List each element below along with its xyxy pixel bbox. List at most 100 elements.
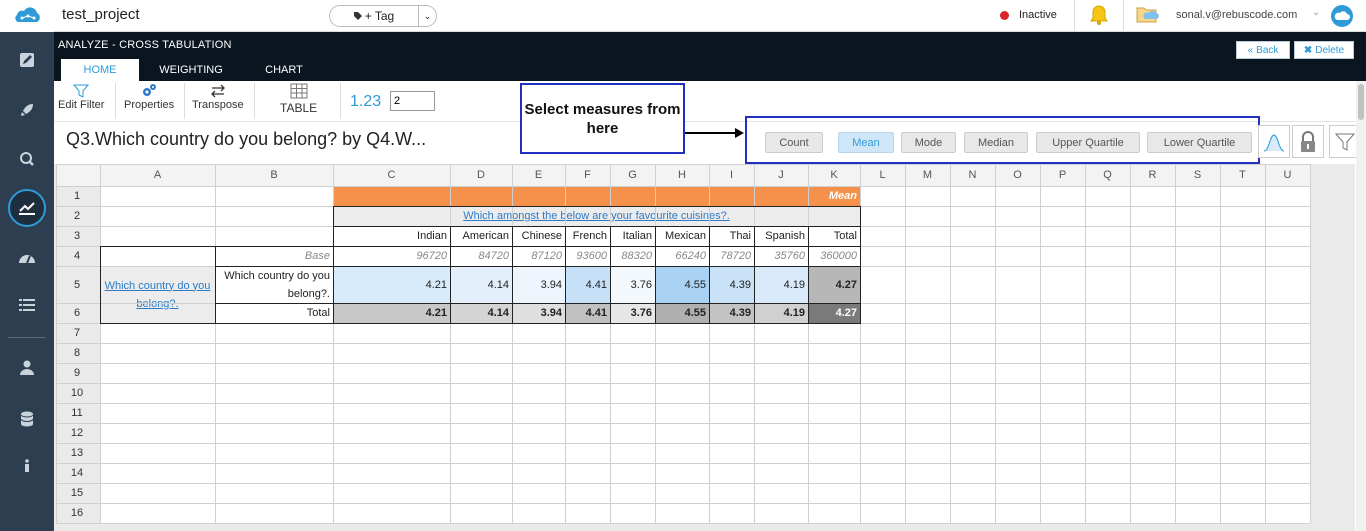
- files-button[interactable]: [1136, 4, 1160, 29]
- delete-button[interactable]: ✖ Delete: [1294, 41, 1354, 59]
- arrow-head-icon: [735, 128, 744, 138]
- back-button[interactable]: « Back: [1236, 41, 1290, 59]
- measure-count-button[interactable]: Count: [765, 132, 823, 153]
- column-header[interactable]: R: [1130, 164, 1175, 186]
- column-header[interactable]: F: [565, 164, 610, 186]
- sidebar-item-database[interactable]: [0, 399, 54, 439]
- double-chevron-left-icon: «: [1247, 44, 1254, 56]
- tab-chart[interactable]: CHART: [250, 59, 318, 81]
- stub-question-link[interactable]: Which country do you belong?.: [103, 277, 212, 313]
- banner-question-link[interactable]: Which amongst the below are your favouri…: [463, 210, 730, 222]
- column-header[interactable]: S: [1175, 164, 1220, 186]
- column-header[interactable]: L: [860, 164, 905, 186]
- sidebar-item-launch[interactable]: [0, 90, 54, 130]
- column-header[interactable]: K: [808, 164, 860, 186]
- sidebar-item-edit[interactable]: [0, 40, 54, 80]
- vertical-scrollbar[interactable]: [1356, 81, 1366, 531]
- row-header[interactable]: 16: [56, 503, 98, 523]
- stub-question-cell[interactable]: Which country do you belong?.: [100, 266, 215, 323]
- edit-filter-label: Edit Filter: [58, 99, 105, 111]
- row-header[interactable]: 7: [56, 323, 98, 343]
- column-header[interactable]: B: [215, 164, 333, 186]
- row-header[interactable]: 11: [56, 403, 98, 423]
- column-header[interactable]: U: [1265, 164, 1310, 186]
- column-header[interactable]: Q: [1085, 164, 1130, 186]
- sidebar-item-info[interactable]: [0, 446, 54, 486]
- divider: [254, 83, 255, 119]
- column-header[interactable]: O: [995, 164, 1040, 186]
- column-label-cell: Spanish: [765, 230, 805, 242]
- grid-line: [56, 523, 1310, 524]
- column-header[interactable]: D: [450, 164, 512, 186]
- bell-icon: [1090, 5, 1108, 25]
- row-header[interactable]: 15: [56, 483, 98, 503]
- project-status[interactable]: Inactive: [1000, 9, 1057, 21]
- row-header[interactable]: 9: [56, 363, 98, 383]
- row-label-cell: Which country do you belong?.: [224, 269, 330, 300]
- sidebar-item-dashboard[interactable]: [0, 237, 54, 277]
- row-header[interactable]: 1: [56, 186, 98, 206]
- cloud-sync-button[interactable]: [1330, 4, 1354, 31]
- divider: [1074, 0, 1075, 32]
- base-value-cell: 78720: [720, 250, 751, 262]
- breadcrumb: ANALYZE - CROSS TABULATION: [58, 39, 232, 51]
- measure-median-button[interactable]: Median: [964, 132, 1028, 153]
- lock-icon: [1301, 130, 1315, 152]
- tab-weighting[interactable]: WEIGHTING: [149, 59, 233, 81]
- app-logo[interactable]: [0, 0, 54, 32]
- table-view-button[interactable]: TABLE: [280, 83, 317, 115]
- scrollbar-thumb[interactable]: [1358, 84, 1364, 120]
- row-header[interactable]: 8: [56, 343, 98, 363]
- measure-mode-button[interactable]: Mode: [901, 132, 956, 153]
- tab-home[interactable]: HOME: [61, 59, 139, 81]
- add-tag-button[interactable]: + Tag: [329, 5, 419, 27]
- grid-line: [56, 483, 1310, 484]
- column-header[interactable]: T: [1220, 164, 1265, 186]
- measure-lower-quartile-button[interactable]: Lower Quartile: [1147, 132, 1252, 153]
- row-header[interactable]: 5: [56, 266, 98, 303]
- database-icon: [20, 411, 34, 427]
- lock-button[interactable]: [1292, 125, 1324, 158]
- grid-line: [56, 246, 1310, 247]
- column-header[interactable]: I: [709, 164, 754, 186]
- row-header[interactable]: 3: [56, 226, 98, 246]
- transpose-button[interactable]: Transpose: [192, 83, 244, 111]
- decimal-places-input[interactable]: [390, 91, 435, 111]
- user-email[interactable]: sonal.v@rebuscode.com: [1176, 9, 1297, 21]
- cloud-logo-icon: [15, 7, 40, 23]
- row-header[interactable]: 2: [56, 206, 98, 226]
- row-header[interactable]: 10: [56, 383, 98, 403]
- mean-value-cell: 3.94: [512, 266, 565, 303]
- row-header[interactable]: 4: [56, 246, 98, 266]
- row-header[interactable]: 6: [56, 303, 98, 323]
- column-header[interactable]: M: [905, 164, 950, 186]
- column-header[interactable]: H: [655, 164, 709, 186]
- grid-line: [56, 226, 1310, 227]
- column-header[interactable]: C: [333, 164, 450, 186]
- sidebar-item-users[interactable]: [0, 348, 54, 388]
- properties-button[interactable]: Properties: [124, 83, 174, 111]
- user-menu-chevron-icon[interactable]: ⌄: [1312, 7, 1320, 18]
- banner-question-cell[interactable]: Which amongst the below are your favouri…: [333, 206, 860, 226]
- column-header[interactable]: J: [754, 164, 808, 186]
- row-header[interactable]: 13: [56, 443, 98, 463]
- column-header[interactable]: P: [1040, 164, 1085, 186]
- base-value-cell: 66240: [675, 250, 706, 262]
- measure-mean-button[interactable]: Mean: [838, 132, 894, 153]
- notifications-button[interactable]: [1088, 4, 1110, 29]
- measure-upper-quartile-button[interactable]: Upper Quartile: [1036, 132, 1140, 153]
- row-header[interactable]: 14: [56, 463, 98, 483]
- tag-label: + Tag: [364, 9, 395, 23]
- column-header[interactable]: E: [512, 164, 565, 186]
- column-header[interactable]: N: [950, 164, 995, 186]
- sidebar-item-analyze[interactable]: [0, 188, 54, 228]
- sidebar-item-list[interactable]: [0, 285, 54, 325]
- significance-test-button[interactable]: [1258, 125, 1290, 158]
- column-header[interactable]: A: [100, 164, 215, 186]
- sidebar-item-search[interactable]: [0, 139, 54, 179]
- column-header[interactable]: G: [610, 164, 655, 186]
- edit-filter-button[interactable]: Edit Filter: [58, 83, 104, 111]
- tag-dropdown-button[interactable]: ⌄: [419, 5, 437, 27]
- row-header[interactable]: 12: [56, 423, 98, 443]
- info-icon: [25, 459, 29, 472]
